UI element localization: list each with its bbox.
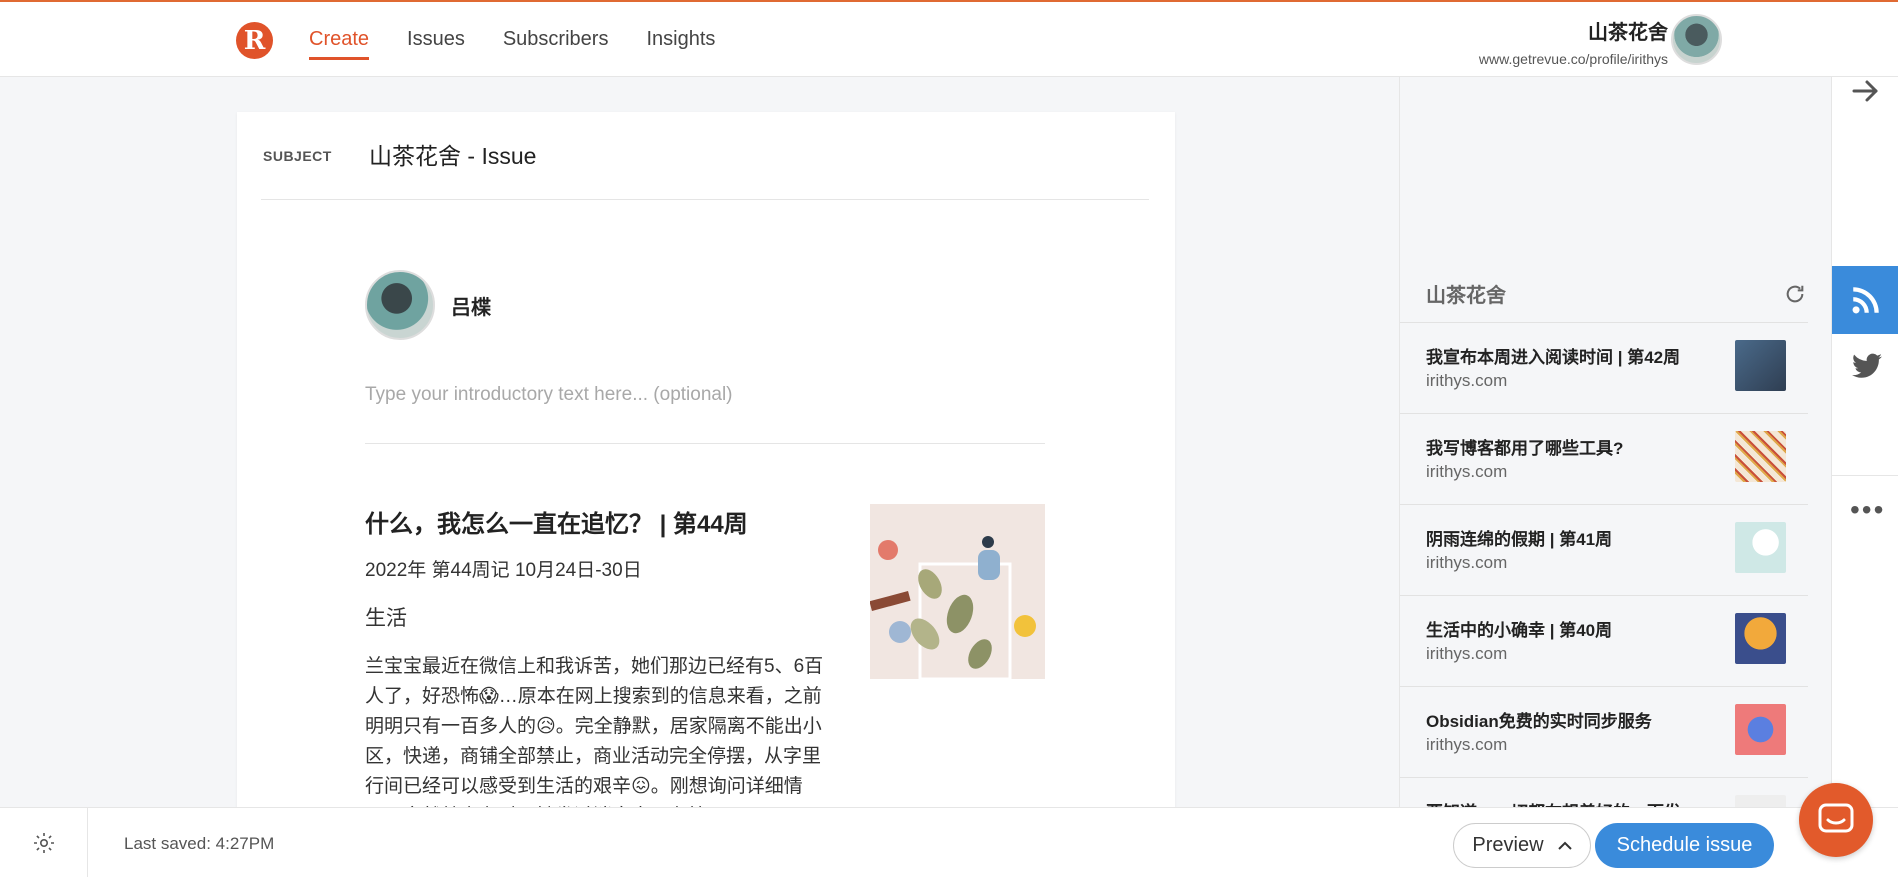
twitter-icon[interactable] bbox=[1852, 353, 1882, 379]
feed-list: 我宣布本周进入阅读时间 | 第42周 irithys.com 我写博客都用了哪些… bbox=[1400, 322, 1808, 868]
more-options-icon[interactable]: ••• bbox=[1850, 496, 1885, 524]
feed-item-thumbnail bbox=[1735, 613, 1786, 664]
bottom-bar: Last saved: 4:27PM Preview Schedule issu… bbox=[0, 807, 1898, 877]
intro-section bbox=[365, 374, 1045, 444]
chevron-up-icon bbox=[1557, 841, 1572, 850]
author-block: 吕楪 bbox=[365, 270, 491, 340]
feed-item[interactable]: 我宣布本周进入阅读时间 | 第42周 irithys.com bbox=[1400, 322, 1808, 413]
main-nav: Create Issues Subscribers Insights bbox=[309, 2, 715, 79]
nav-insights[interactable]: Insights bbox=[646, 28, 715, 60]
feed-item-site: irithys.com bbox=[1426, 371, 1508, 390]
feed-item-title: 我宣布本周进入阅读时间 | 第42周 bbox=[1426, 348, 1681, 367]
article-image bbox=[870, 504, 1045, 679]
feed-item-site: irithys.com bbox=[1426, 735, 1508, 754]
subject-input[interactable] bbox=[369, 140, 1069, 167]
preview-label: Preview bbox=[1472, 834, 1544, 856]
feed-item-title: 我写博客都用了哪些工具? bbox=[1426, 439, 1624, 458]
feed-item-site: irithys.com bbox=[1426, 644, 1508, 663]
feed-item-thumbnail bbox=[1735, 704, 1786, 755]
feed-item-thumbnail bbox=[1735, 431, 1786, 482]
top-bar: R Create Issues Subscribers Insights 山茶花… bbox=[0, 0, 1898, 77]
profile-name: 山茶花舍 bbox=[1588, 22, 1668, 44]
revue-logo[interactable]: R bbox=[236, 22, 273, 59]
gear-icon bbox=[33, 833, 54, 853]
share-sidebar: ••• bbox=[1831, 77, 1898, 807]
feed-item-title: 阴雨连绵的假期 | 第41周 bbox=[1426, 530, 1613, 549]
feed-item-title: Obsidian免费的实时同步服务 bbox=[1426, 712, 1652, 731]
feed-item-title: 生活中的小确幸 | 第40周 bbox=[1426, 621, 1613, 640]
article-body[interactable]: 兰宝宝最近在微信上和我诉苦，她们那边已经有5、6百人了，好恐怖😱…原本在网上搜索… bbox=[365, 652, 835, 812]
feed-item[interactable]: Obsidian免费的实时同步服务 irithys.com bbox=[1400, 686, 1808, 777]
rss-icon bbox=[1852, 287, 1879, 314]
feed-header: 山茶花舍 bbox=[1426, 279, 1806, 308]
schedule-issue-button[interactable]: Schedule issue bbox=[1595, 823, 1774, 868]
subject-row: SUBJECT bbox=[261, 112, 1149, 200]
divider bbox=[1832, 475, 1898, 476]
issue-editor: SUBJECT 吕楪 什么，我怎么一直在追忆？ | 第44周 2022年 第44… bbox=[237, 112, 1175, 812]
author-avatar bbox=[365, 270, 435, 340]
subject-label: SUBJECT bbox=[263, 148, 332, 164]
nav-subscribers[interactable]: Subscribers bbox=[503, 28, 609, 60]
feed-item[interactable]: 生活中的小确幸 | 第40周 irithys.com bbox=[1400, 595, 1808, 686]
settings-button[interactable] bbox=[0, 808, 88, 877]
feed-item[interactable]: 阴雨连绵的假期 | 第41周 irithys.com bbox=[1400, 504, 1808, 595]
intro-input[interactable] bbox=[365, 374, 1045, 406]
profile-url: www.getrevue.co/profile/irithys bbox=[1478, 51, 1668, 67]
feed-title: 山茶花舍 bbox=[1426, 285, 1506, 307]
profile-avatar[interactable] bbox=[1671, 14, 1722, 65]
article-block[interactable]: 什么，我怎么一直在追忆？ | 第44周 2022年 第44周记 10月24日-3… bbox=[365, 504, 1045, 812]
profile-info[interactable]: 山茶花舍 www.getrevue.co/profile/irithys bbox=[1479, 16, 1668, 67]
author-name: 吕楪 bbox=[451, 296, 491, 319]
chat-launcher-button[interactable] bbox=[1799, 783, 1873, 857]
nav-issues[interactable]: Issues bbox=[407, 28, 465, 60]
preview-button[interactable]: Preview bbox=[1453, 823, 1591, 868]
rss-button[interactable] bbox=[1832, 266, 1898, 334]
feed-item-thumbnail bbox=[1735, 340, 1786, 391]
feed-item-site: irithys.com bbox=[1426, 553, 1508, 572]
last-saved-status: Last saved: 4:27PM bbox=[124, 834, 275, 853]
feed-item[interactable]: 我写博客都用了哪些工具? irithys.com bbox=[1400, 413, 1808, 504]
chat-icon bbox=[1818, 803, 1854, 833]
feed-item-site: irithys.com bbox=[1426, 462, 1508, 481]
feed-item-thumbnail bbox=[1735, 522, 1786, 573]
feed-panel: 山茶花舍 我宣布本周进入阅读时间 | 第42周 irithys.com 我写博客… bbox=[1399, 77, 1832, 846]
nav-create[interactable]: Create bbox=[309, 28, 370, 60]
arrow-right-icon[interactable] bbox=[1850, 77, 1882, 105]
refresh-icon[interactable] bbox=[1784, 283, 1806, 305]
